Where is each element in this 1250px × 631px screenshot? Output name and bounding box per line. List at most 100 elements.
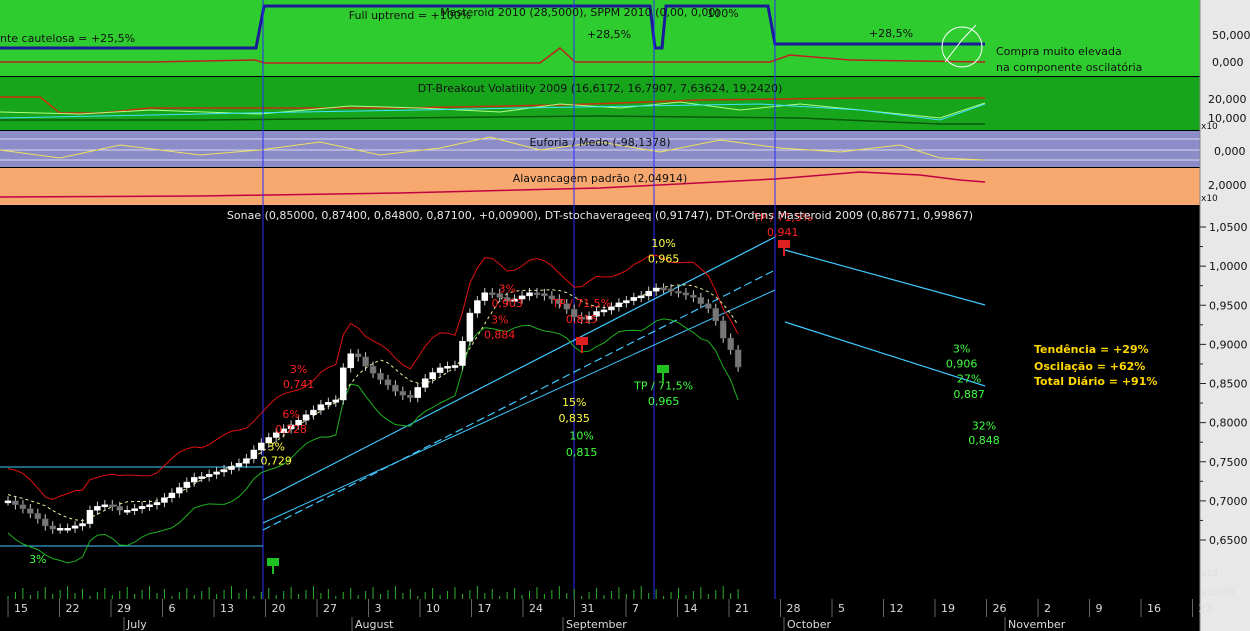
price-title: Sonae (0,85000, 0,87400, 0,84800, 0,8710…: [227, 209, 973, 222]
candle-body: [79, 523, 86, 527]
candle-body: [362, 356, 369, 367]
exit-signal-marker: [657, 365, 669, 373]
date-tick-label: 10: [426, 602, 440, 615]
candle-body: [191, 477, 198, 483]
candle-body: [146, 504, 153, 508]
annotation-label: 0,848: [968, 434, 1000, 447]
price-panel-bg: [0, 206, 1200, 599]
candle-body: [533, 292, 541, 295]
candle-body: [645, 290, 652, 297]
date-tick-label: 20: [272, 602, 286, 615]
candle-body: [392, 384, 399, 392]
candle-body: [340, 367, 347, 401]
annotation-label: 0,728: [275, 423, 307, 436]
candle-body: [220, 469, 228, 473]
candle-body: [34, 513, 42, 520]
masteroid-pct-1b: 100%: [707, 7, 738, 20]
masteroid-note-2: na componente oscilatória: [996, 61, 1142, 74]
date-tick-label: 12: [890, 602, 904, 615]
date-tick-label: 23: [1199, 602, 1213, 615]
candle-body: [638, 295, 645, 299]
breakout-tick-1: 20,000: [1208, 93, 1247, 106]
exit-signal-marker: [576, 337, 588, 345]
annotation-label: 0,835: [558, 412, 590, 425]
candle-body: [213, 471, 220, 475]
exit-signal-marker: [267, 558, 279, 566]
candle-body: [526, 292, 533, 297]
candle-body: [153, 502, 161, 506]
candle-body: [123, 510, 131, 513]
candle-body: [94, 506, 101, 511]
date-tick-label: 3: [375, 602, 382, 615]
candle-body: [27, 508, 34, 514]
candle-body: [399, 391, 407, 396]
candle-body: [325, 402, 332, 405]
candle-body: [541, 293, 548, 297]
candle-body: [131, 508, 138, 511]
price-tick-label: 0,6500: [1209, 534, 1248, 547]
candle-body: [332, 399, 340, 403]
candle-body: [235, 463, 243, 467]
candle-body: [205, 474, 213, 477]
candle-body: [727, 337, 734, 351]
summary-tendencia: Tendência = +29%: [1034, 343, 1149, 356]
annotation-label: 0,887: [953, 388, 985, 401]
candle-body: [12, 500, 19, 506]
candle-body: [369, 366, 377, 374]
candle-body: [712, 308, 719, 322]
price-tick-label: 0,7000: [1209, 495, 1248, 508]
annotation-label: 0,965: [648, 253, 680, 266]
chart-root: 3% 3% 0,729 6% 0,728 3% 0,741 3% 0,903 3% 0,884 TP …: [0, 0, 1250, 631]
price-tick-label: 0,7500: [1209, 456, 1248, 469]
candle-body: [354, 353, 362, 358]
price-tick-label: 1,0500: [1209, 221, 1248, 234]
candle-body: [317, 404, 325, 411]
candle-body: [228, 466, 235, 470]
date-tick-label: 19: [941, 602, 955, 615]
date-tick-label: 24: [529, 602, 543, 615]
candle-body: [667, 288, 675, 292]
masteroid-note-1: Compra muito elevada: [996, 45, 1122, 58]
date-tick-label: 26: [993, 602, 1007, 615]
candle-body: [19, 504, 27, 509]
candle-body: [436, 367, 444, 373]
annotation-label: 0,884: [484, 329, 516, 342]
candle-body: [310, 409, 317, 416]
annotation-label: 6%: [282, 408, 299, 421]
date-tick-label: 13: [220, 602, 234, 615]
candle-body: [489, 292, 496, 295]
candle-body: [109, 504, 116, 508]
candle-body: [198, 476, 205, 479]
chart-svg: 3% 3% 0,729 6% 0,728 3% 0,741 3% 0,903 3% 0,884 TP …: [0, 0, 1250, 631]
annotation-label: 3%: [290, 363, 307, 376]
full-uptrend-label: Full uptrend = +100%: [349, 9, 471, 22]
month-label: September: [566, 618, 627, 631]
date-tick-label: 29: [117, 602, 131, 615]
candle-body: [116, 506, 123, 511]
candle-body: [42, 518, 49, 527]
date-tick-label: 16: [1147, 602, 1161, 615]
alavancagem-scale: x10: [1201, 194, 1218, 204]
euforia-tick-1: 0,000: [1214, 145, 1246, 158]
candle-body: [384, 379, 392, 386]
candle-body: [258, 442, 265, 451]
candle-body: [377, 373, 384, 380]
date-tick-label: 27: [323, 602, 337, 615]
volume-unit: x10000: [1201, 588, 1235, 598]
month-label: October: [787, 618, 831, 631]
date-tick-label: 5: [838, 602, 845, 615]
candle-body: [64, 528, 71, 531]
month-label: July: [126, 618, 147, 631]
candle-body: [86, 510, 94, 524]
date-tick-label: 21: [735, 602, 749, 615]
masteroid-pct-3: +28,5%: [869, 27, 913, 40]
annotation-label: 27%: [957, 372, 981, 385]
candle-body: [183, 481, 191, 488]
candle-body: [56, 528, 64, 531]
annotation-label: 32%: [972, 419, 996, 432]
date-tick-label: 6: [169, 602, 176, 615]
month-label: August: [355, 618, 394, 631]
summary-total: Total Diário = +91%: [1034, 375, 1157, 388]
candle-body: [250, 449, 258, 459]
candle-body: [459, 340, 466, 366]
